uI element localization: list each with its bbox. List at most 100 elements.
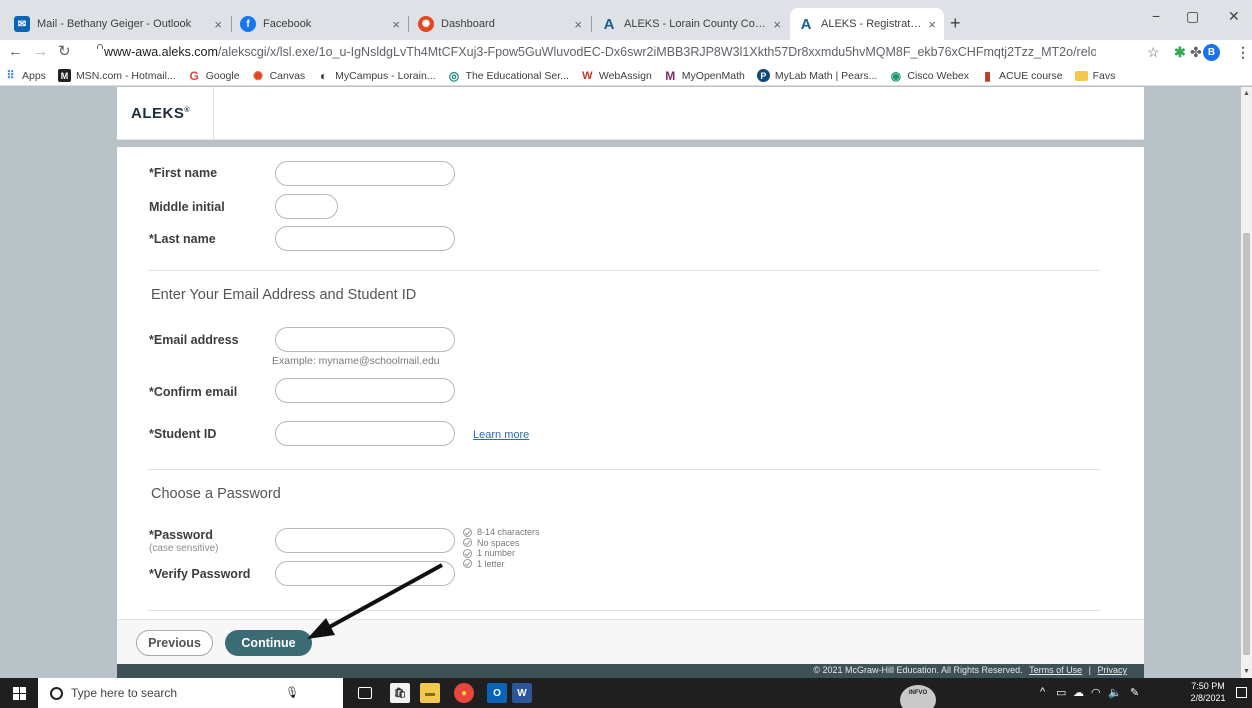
- close-window-button[interactable]: ✕: [1228, 8, 1240, 25]
- url-path: /alekscgi/x/lsl.exe/1o_u-IgNsldgLvTh4MtC…: [217, 45, 1096, 59]
- bookmark-acue-course[interactable]: ▮ ACUE course: [981, 69, 1063, 83]
- bookmark-canvas[interactable]: ✺ Canvas: [252, 68, 305, 83]
- windows-taskbar: Type here to search 🎙 🛍 ▬ ● O W INFVO ^ …: [0, 678, 1252, 708]
- privacy-link[interactable]: Privacy: [1097, 665, 1127, 675]
- password-input[interactable]: [275, 528, 455, 553]
- forward-button[interactable]: →: [33, 43, 48, 61]
- bookmark-webassign[interactable]: W WebAssign: [581, 69, 652, 82]
- middle-initial-input[interactable]: [275, 194, 338, 219]
- bookmark-mycampus[interactable]: ◐ MyCampus - Lorain...: [317, 69, 436, 83]
- close-icon[interactable]: ×: [928, 17, 936, 32]
- minimize-button[interactable]: −: [1152, 8, 1160, 24]
- tab-facebook[interactable]: f Facebook ×: [232, 8, 408, 40]
- start-button[interactable]: [0, 678, 38, 708]
- tab-aleks-lorain[interactable]: A ALEKS - Lorain County Communi ×: [593, 8, 789, 40]
- bookmark-star-icon[interactable]: ☆: [1147, 44, 1160, 60]
- menu-kebab-icon[interactable]: ⋮: [1236, 44, 1250, 60]
- confirm-email-input[interactable]: [275, 378, 455, 403]
- middle-initial-label: Middle initial: [149, 200, 225, 214]
- clock-date: 2/8/2021: [1190, 693, 1226, 703]
- wifi-icon[interactable]: ◠: [1091, 686, 1101, 699]
- aleks-logo: ALEKS®: [131, 105, 190, 122]
- student-id-input[interactable]: [275, 421, 455, 446]
- new-tab-button[interactable]: +: [950, 14, 961, 32]
- continue-button[interactable]: Continue: [225, 630, 312, 656]
- canvas-icon: ✺: [253, 68, 264, 83]
- puzzle-extensions-icon[interactable]: ✤: [1190, 44, 1202, 60]
- file-explorer-icon[interactable]: ▬: [420, 683, 440, 703]
- bookmark-label: Apps: [22, 69, 46, 82]
- bookmark-apps[interactable]: ⠿ Apps: [4, 69, 46, 83]
- bookmark-label: Favs: [1092, 69, 1116, 82]
- bookmark-google[interactable]: G Google: [188, 69, 240, 83]
- password-requirements: 8-14 characters No spaces 1 number 1 let…: [463, 527, 540, 569]
- aleks-header: ALEKS®: [117, 87, 1144, 140]
- store-icon[interactable]: 🛍: [390, 683, 410, 703]
- previous-button[interactable]: Previous: [136, 630, 213, 656]
- system-clock[interactable]: 7:50 PM 2/8/2021: [1183, 680, 1233, 704]
- word-app-icon[interactable]: W: [512, 683, 532, 703]
- reload-button[interactable]: ↻: [58, 43, 71, 61]
- notification-center-icon[interactable]: [1236, 687, 1247, 698]
- email-example-hint: Example: myname@schoolmail.edu: [272, 355, 440, 367]
- maximize-button[interactable]: ▢: [1186, 8, 1199, 25]
- tray-overflow-icon[interactable]: ^: [1040, 686, 1045, 698]
- aleks-icon: A: [800, 15, 812, 33]
- pen-icon[interactable]: ✎: [1130, 686, 1139, 699]
- learn-more-link[interactable]: Learn more: [473, 429, 529, 441]
- check-circle-icon: [463, 527, 472, 537]
- email-input[interactable]: [275, 327, 455, 352]
- requirement-text: 1 number: [477, 548, 516, 559]
- scroll-down-icon[interactable]: ▼: [1243, 668, 1250, 675]
- clock-time: 7:50 PM: [1191, 681, 1225, 691]
- bookmark-label: ACUE course: [999, 69, 1063, 82]
- last-name-input[interactable]: [275, 226, 455, 251]
- volume-icon[interactable]: 🔈: [1108, 686, 1122, 699]
- battery-icon[interactable]: ▭: [1056, 686, 1066, 699]
- microphone-icon[interactable]: 🎙: [285, 686, 299, 699]
- requirement-item: 8-14 characters: [463, 527, 540, 538]
- verify-password-input[interactable]: [275, 561, 455, 586]
- page-scrollbar[interactable]: ▲ ▼: [1241, 87, 1252, 678]
- ets-icon: ◎: [448, 68, 460, 83]
- requirement-text: 8-14 characters: [477, 527, 540, 538]
- tab-title: Mail - Bethany Geiger - Outlook: [37, 18, 192, 30]
- close-icon[interactable]: ×: [773, 17, 781, 32]
- apps-grid-icon: ⠿: [6, 70, 15, 82]
- tab-title: ALEKS - Registration: [821, 18, 923, 30]
- bookmark-mylab-math[interactable]: P MyLab Math | Pears...: [756, 69, 877, 82]
- bookmark-cisco-webex[interactable]: ◉ Cisco Webex: [889, 69, 969, 83]
- tab-dashboard[interactable]: ✺ Dashboard ×: [410, 8, 590, 40]
- close-icon[interactable]: ×: [392, 17, 400, 32]
- close-icon[interactable]: ×: [214, 17, 222, 32]
- taskbar-search[interactable]: Type here to search 🎙: [38, 678, 343, 708]
- bookmark-label: The Educational Ser...: [465, 69, 569, 82]
- back-button[interactable]: ←: [8, 43, 23, 61]
- outlook-app-icon[interactable]: O: [487, 683, 507, 703]
- bookmark-educational-services[interactable]: ◎ The Educational Ser...: [448, 68, 569, 83]
- bookmark-favs-folder[interactable]: Favs: [1074, 69, 1116, 82]
- profile-avatar[interactable]: B: [1203, 44, 1220, 61]
- form-navigation-bar: Previous Continue: [117, 619, 1144, 664]
- terms-of-use-link[interactable]: Terms of Use: [1029, 665, 1082, 675]
- bookmark-msn[interactable]: M MSN.com - Hotmail...: [57, 69, 176, 82]
- first-name-input[interactable]: [275, 161, 455, 186]
- onedrive-icon[interactable]: ☁: [1073, 686, 1084, 699]
- scrollbar-thumb[interactable]: [1243, 233, 1250, 655]
- extension-icon[interactable]: ✱: [1174, 44, 1186, 60]
- pearson-icon: P: [756, 69, 770, 82]
- requirement-item: 1 number: [463, 548, 540, 559]
- taskbar-circle-badge: INFVO: [900, 685, 936, 708]
- bookmark-myopenmath[interactable]: M MyOpenMath: [664, 69, 745, 83]
- copyright-text: © 2021 McGraw-Hill Education. All Rights…: [813, 665, 1023, 675]
- bookmark-label: Google: [205, 69, 240, 82]
- chrome-icon[interactable]: ●: [454, 683, 474, 703]
- tab-outlook-mail[interactable]: ✉ Mail - Bethany Geiger - Outlook ×: [6, 8, 230, 40]
- address-bar[interactable]: www-awa.aleks.com/alekscgi/x/lsl.exe/1o_…: [96, 41, 1096, 63]
- tab-aleks-registration[interactable]: A ALEKS - Registration ×: [790, 8, 944, 40]
- scroll-up-icon[interactable]: ▲: [1243, 90, 1250, 97]
- logo-text: ALEKS: [131, 105, 185, 122]
- task-view-icon[interactable]: [358, 687, 372, 699]
- password-label-text: *Password: [149, 528, 213, 542]
- close-icon[interactable]: ×: [574, 17, 582, 32]
